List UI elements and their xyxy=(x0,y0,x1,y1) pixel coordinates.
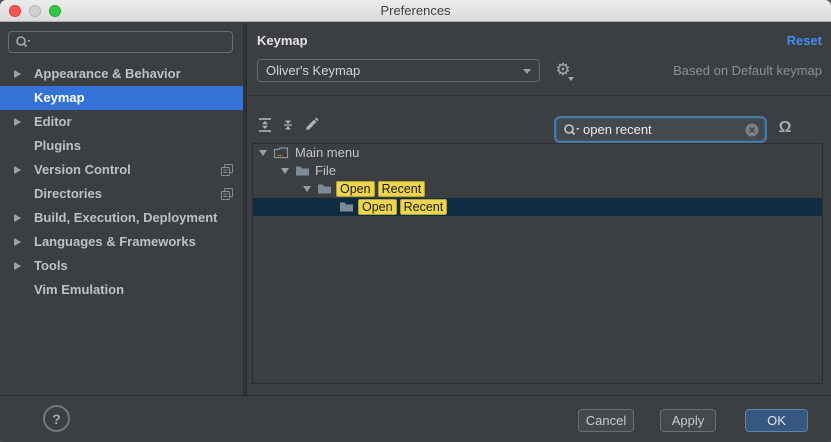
gear-icon[interactable]: ⚙ xyxy=(551,59,575,82)
collapse-all-icon[interactable] xyxy=(280,117,298,135)
search-icon xyxy=(15,35,31,49)
chevron-right-icon[interactable] xyxy=(14,166,21,174)
tree-row-file[interactable]: File xyxy=(253,162,822,180)
main-menu-icon xyxy=(273,146,289,160)
chevron-expanded-icon[interactable] xyxy=(303,186,311,192)
window-title: Preferences xyxy=(0,3,831,18)
sidebar-item-label: Keymap xyxy=(34,90,85,105)
sidebar-item-appearance-behavior[interactable]: Appearance & Behavior xyxy=(0,62,243,86)
edit-pencil-icon[interactable] xyxy=(303,117,321,135)
chevron-expanded-icon[interactable] xyxy=(259,150,267,156)
tree-node-label: OpenRecent xyxy=(336,180,428,198)
sidebar-item-label: Languages & Frameworks xyxy=(34,234,196,249)
dialog-footer: ? Cancel Apply OK xyxy=(0,395,831,442)
preferences-window: Preferences Appearance & Behavior Keymap xyxy=(0,0,831,442)
keymap-select-value: Oliver's Keymap xyxy=(266,63,360,78)
sidebar-item-tools[interactable]: Tools xyxy=(0,254,243,278)
tree-row-open-recent[interactable]: OpenRecent xyxy=(253,180,822,198)
help-button[interactable]: ? xyxy=(43,405,70,432)
reset-link[interactable]: Reset xyxy=(787,33,822,48)
page-title: Keymap xyxy=(257,33,308,48)
search-icon[interactable] xyxy=(563,123,580,137)
clear-search-icon[interactable] xyxy=(744,122,760,138)
tree-row-open-recent-selected[interactable]: OpenRecent xyxy=(253,198,822,216)
keymap-select[interactable]: Oliver's Keymap xyxy=(257,59,540,82)
titlebar: Preferences xyxy=(0,0,831,22)
ok-button[interactable]: OK xyxy=(745,409,808,432)
chevron-right-icon[interactable] xyxy=(14,70,21,78)
project-level-settings-icon xyxy=(221,164,233,176)
settings-search-input[interactable] xyxy=(35,35,226,50)
chevron-right-icon[interactable] xyxy=(14,262,21,270)
sidebar-item-label: Plugins xyxy=(34,138,81,153)
actions-tree: Main menu File OpenRecent xyxy=(252,143,823,384)
tree-node-label: OpenRecent xyxy=(358,198,450,216)
match-highlight: Recent xyxy=(378,181,426,197)
tree-row-main-menu[interactable]: Main menu xyxy=(253,144,822,162)
chevron-right-icon[interactable] xyxy=(14,118,21,126)
match-highlight: Recent xyxy=(400,199,448,215)
sidebar-item-label: Appearance & Behavior xyxy=(34,66,181,81)
tree-node-label: File xyxy=(315,162,336,180)
keymap-search-input[interactable] xyxy=(583,122,744,137)
sidebar-item-label: Directories xyxy=(34,186,102,201)
settings-search-box[interactable] xyxy=(8,31,233,53)
sidebar-item-vim-emulation[interactable]: Vim Emulation xyxy=(0,278,243,302)
apply-button[interactable]: Apply xyxy=(660,409,716,432)
sidebar-item-plugins[interactable]: Plugins xyxy=(0,134,243,158)
sidebar-item-editor[interactable]: Editor xyxy=(0,110,243,134)
chevron-expanded-icon[interactable] xyxy=(281,168,289,174)
header-separator xyxy=(248,95,831,96)
find-actions-by-shortcut-icon[interactable]: Ω xyxy=(774,116,796,140)
sidebar-item-version-control[interactable]: Version Control xyxy=(0,158,243,182)
keymap-search-box[interactable] xyxy=(556,118,765,141)
based-on-label: Based on Default keymap xyxy=(673,63,822,78)
sidebar-item-label: Tools xyxy=(34,258,68,273)
sidebar-item-languages-frameworks[interactable]: Languages & Frameworks xyxy=(0,230,243,254)
sidebar-item-build-execution-deployment[interactable]: Build, Execution, Deployment xyxy=(0,206,243,230)
match-highlight: Open xyxy=(358,199,397,215)
chevron-right-icon[interactable] xyxy=(14,214,21,222)
chevron-right-icon[interactable] xyxy=(14,238,21,246)
folder-icon xyxy=(295,164,310,177)
sidebar-item-label: Version Control xyxy=(34,162,131,177)
cancel-button[interactable]: Cancel xyxy=(578,409,634,432)
keymap-settings-panel: Keymap Reset Oliver's Keymap ⚙ Based on … xyxy=(248,23,831,395)
sidebar-divider xyxy=(243,23,247,395)
project-level-settings-icon xyxy=(221,188,233,200)
chevron-down-icon xyxy=(568,77,574,81)
sidebar-item-keymap[interactable]: Keymap xyxy=(0,86,243,110)
tree-node-label: Main menu xyxy=(295,144,359,162)
sidebar-item-label: Build, Execution, Deployment xyxy=(34,210,217,225)
folder-icon xyxy=(339,200,354,213)
settings-sidebar: Appearance & Behavior Keymap Editor Plug… xyxy=(0,23,243,395)
expand-all-icon[interactable] xyxy=(257,117,275,135)
match-highlight: Open xyxy=(336,181,375,197)
sidebar-item-directories[interactable]: Directories xyxy=(0,182,243,206)
chevron-down-icon xyxy=(523,69,531,74)
sidebar-item-label: Vim Emulation xyxy=(34,282,124,297)
folder-icon xyxy=(317,182,332,195)
sidebar-item-label: Editor xyxy=(34,114,72,129)
settings-nav: Appearance & Behavior Keymap Editor Plug… xyxy=(0,62,243,302)
